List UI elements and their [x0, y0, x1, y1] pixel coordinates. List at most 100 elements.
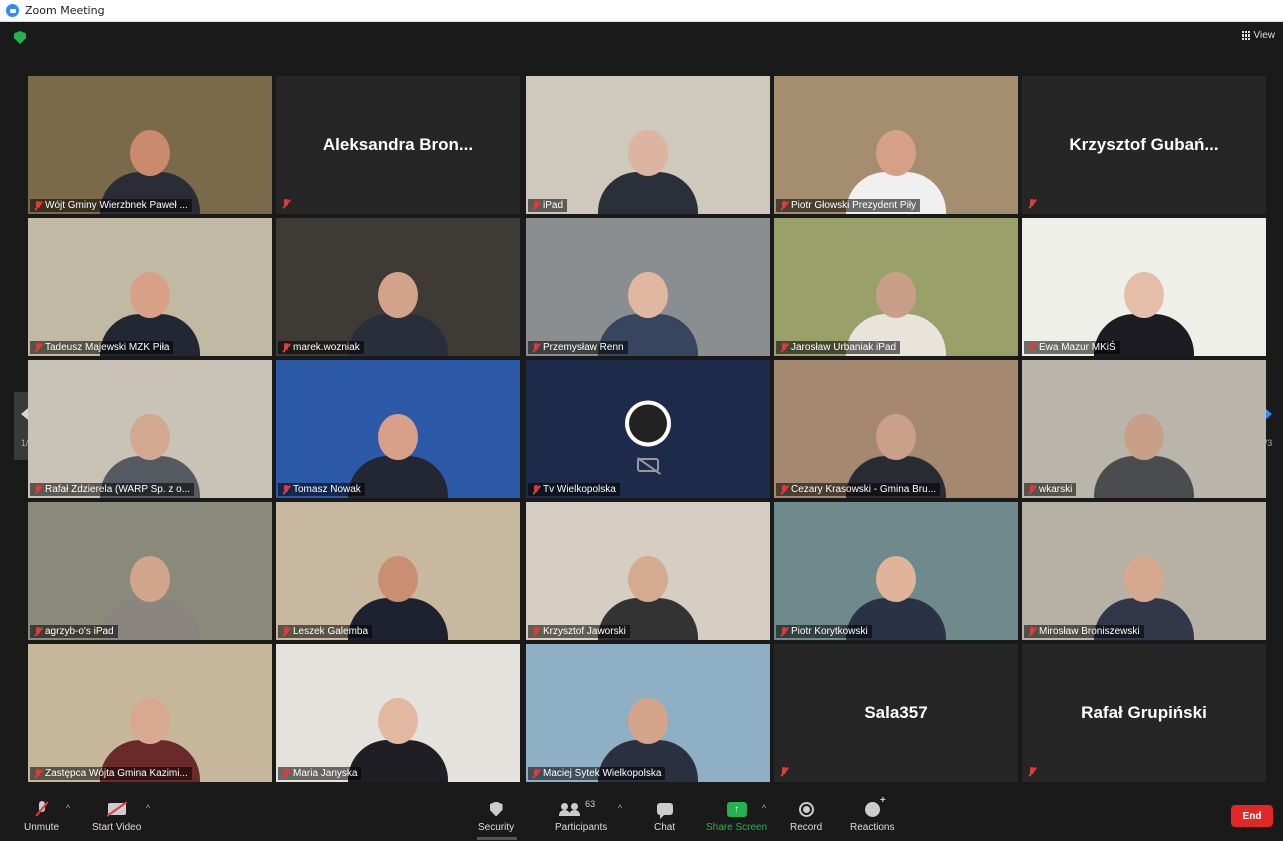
muted-mic-icon — [34, 768, 42, 779]
participant-tile[interactable]: Przemysław Renn — [526, 218, 770, 356]
participant-label: Wójt Gminy Wierzbnek Paweł ... — [30, 199, 192, 212]
muted-mic-icon — [282, 484, 290, 495]
security-hover-indicator — [477, 837, 517, 840]
participant-video — [526, 360, 770, 498]
muted-mic-icon — [34, 484, 42, 495]
participant-name: Maria Janyska — [293, 768, 358, 779]
grid-icon — [1241, 31, 1251, 40]
participant-tile[interactable]: Rafał Zdzierela (WARP Sp. z o... — [28, 360, 272, 498]
participant-name: Przemysław Renn — [543, 342, 624, 353]
participant-tile[interactable]: Rafał Grupiński — [1022, 644, 1266, 782]
muted-mic-icon — [532, 342, 540, 353]
security-button[interactable]: Security — [478, 799, 514, 833]
participant-tile[interactable]: Krzysztof Jaworski — [526, 502, 770, 640]
participant-tile[interactable]: Maciej Sytek Wielkopolska — [526, 644, 770, 782]
muted-mic-icon — [34, 342, 42, 353]
view-label: View — [1253, 30, 1276, 41]
participants-options-caret[interactable]: ^ — [618, 803, 622, 813]
participant-tile[interactable]: Cezary Krasowski - Gmina Bru... — [774, 360, 1018, 498]
window-title: Zoom Meeting — [25, 4, 105, 17]
participant-video — [276, 360, 520, 498]
participant-name: Krzysztof Jaworski — [543, 626, 626, 637]
participant-tile[interactable]: Zastępca Wójta Gmina Kazimi... — [28, 644, 272, 782]
participant-label: Tv Wielkopolska — [528, 483, 620, 496]
muted-mic-icon — [34, 200, 42, 211]
participant-video — [526, 502, 770, 640]
participant-video — [276, 644, 520, 782]
participant-tile[interactable]: Tomasz Nowak — [276, 360, 520, 498]
participant-tile[interactable]: Tadeusz Majewski MZK Piła — [28, 218, 272, 356]
participant-tile[interactable]: Tv Wielkopolska — [526, 360, 770, 498]
unmute-button[interactable]: Unmute — [24, 799, 59, 833]
participants-button[interactable]: 63 Participants — [555, 799, 607, 833]
reactions-button[interactable]: Reactions — [850, 795, 894, 834]
participant-label: Przemysław Renn — [528, 341, 628, 354]
participant-tile[interactable]: iPad — [526, 76, 770, 214]
participant-tile[interactable]: Piotr Głowski Prezydent Piły — [774, 76, 1018, 214]
chat-label: Chat — [654, 822, 676, 833]
share-options-caret[interactable]: ^ — [762, 803, 766, 813]
participant-name: Tomasz Nowak — [293, 484, 361, 495]
record-button[interactable]: Record — [790, 799, 822, 833]
participant-tile[interactable]: Maria Janyska — [276, 644, 520, 782]
participant-tile[interactable]: marek.wozniak — [276, 218, 520, 356]
encryption-shield-icon[interactable] — [14, 31, 26, 44]
participant-name: Rafał Zdzierela (WARP Sp. z o... — [45, 484, 191, 495]
participant-figure — [1084, 408, 1204, 498]
participant-label: Mirosław Broniszewski — [1024, 625, 1144, 638]
security-shield-icon — [489, 801, 503, 817]
end-meeting-button[interactable]: End — [1231, 805, 1273, 827]
participant-tile[interactable]: Piotr Korytkowski — [774, 502, 1018, 640]
participant-label: Ewa Mazur MKiŚ — [1024, 341, 1120, 354]
start-video-button[interactable]: Start Video — [92, 799, 141, 833]
muted-mic-icon — [282, 626, 290, 637]
security-label: Security — [478, 822, 515, 833]
meeting-top-bar: View — [0, 22, 1283, 52]
participant-label: agrzyb-o's iPad — [30, 625, 118, 638]
participant-label: wkarski — [1024, 483, 1077, 496]
participant-tile[interactable]: Sala357 — [774, 644, 1018, 782]
participant-tile[interactable]: Leszek Galemba — [276, 502, 520, 640]
share-screen-button[interactable]: ↑ Share Screen — [706, 799, 767, 833]
participant-tile[interactable]: Krzysztof Gubań... — [1022, 76, 1266, 214]
share-screen-icon: ↑ — [726, 801, 747, 817]
participant-video — [28, 644, 272, 782]
muted-mic-icon — [1028, 767, 1036, 777]
participant-video — [276, 502, 520, 640]
audio-options-caret[interactable]: ^ — [66, 803, 70, 813]
meeting-toolbar: Unmute ^ Start Video ^ Security 63 Parti… — [0, 795, 1283, 841]
participant-tile[interactable]: Ewa Mazur MKiŚ — [1022, 218, 1266, 356]
participant-figure — [588, 124, 708, 214]
video-options-caret[interactable]: ^ — [146, 803, 150, 813]
view-button[interactable]: View — [1241, 30, 1276, 41]
muted-mic-icon — [780, 484, 788, 495]
participant-name: Leszek Galemba — [293, 626, 369, 637]
participant-tile[interactable]: agrzyb-o's iPad — [28, 502, 272, 640]
participant-tile[interactable]: Wójt Gminy Wierzbnek Paweł ... — [28, 76, 272, 214]
participant-name: Zastępca Wójta Gmina Kazimi... — [45, 768, 188, 779]
participant-name: Tv Wielkopolska — [543, 484, 616, 495]
participant-tile[interactable]: Jarosław Urbaniak iPad — [774, 218, 1018, 356]
participant-name: Piotr Głowski Prezydent Piły — [791, 200, 917, 211]
participants-icon — [559, 802, 581, 816]
muted-mic-icon — [282, 342, 290, 353]
participant-tile[interactable]: Mirosław Broniszewski — [1022, 502, 1266, 640]
muted-mic-icon — [1028, 199, 1036, 209]
muted-mic-icon — [532, 484, 540, 495]
participants-count: 63 — [585, 799, 596, 809]
record-icon — [798, 801, 814, 817]
muted-mic-icon — [780, 626, 788, 637]
participant-video — [526, 76, 770, 214]
participant-video — [526, 644, 770, 782]
participant-label: iPad — [528, 199, 568, 212]
participant-video — [1022, 502, 1266, 640]
participant-video — [774, 76, 1018, 214]
muted-mic-icon — [34, 626, 42, 637]
participant-tile[interactable]: wkarski — [1022, 360, 1266, 498]
chat-button[interactable]: Chat — [654, 799, 675, 833]
participant-name-display: Sala357 — [864, 703, 928, 722]
zoom-app-icon — [6, 4, 19, 17]
participant-name: Mirosław Broniszewski — [1039, 626, 1140, 637]
participant-tile[interactable]: Aleksandra Bron... — [276, 76, 520, 214]
muted-mic-icon — [532, 626, 540, 637]
